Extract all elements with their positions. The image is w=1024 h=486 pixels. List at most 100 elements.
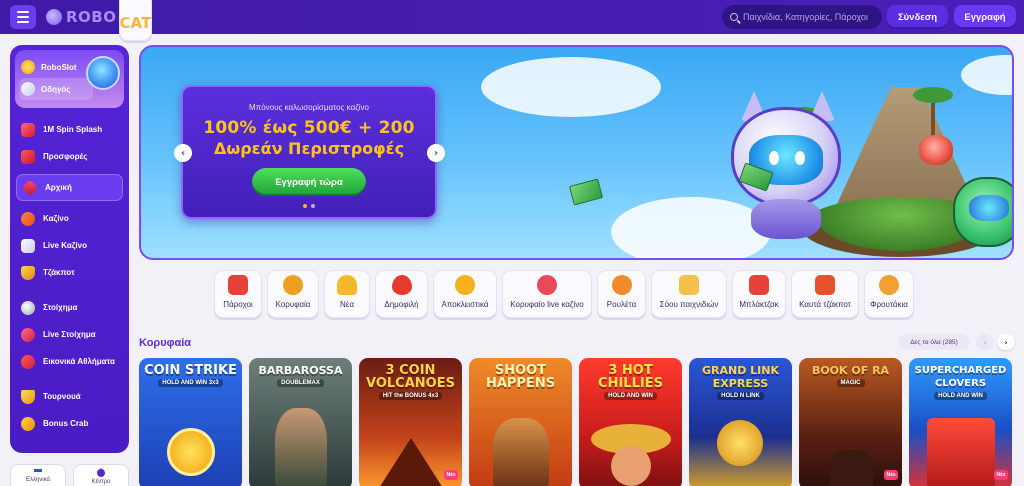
see-all-button[interactable]: Δες τα όλα (285) (898, 334, 970, 350)
sidebar-promo-box: RoboSlot Οδηγός (15, 50, 124, 108)
search-box[interactable] (722, 5, 882, 29)
game-tile-3-hot-chillies[interactable]: 3 HOT CHILLIES HOLD AND WIN (579, 358, 682, 486)
new-badge: Νέο (444, 470, 458, 480)
game-tile-barbarossa[interactable]: BARBAROSSA DOUBLEMAX (249, 358, 352, 486)
sidebar-item-spin-splash[interactable]: 1M Spin Splash (15, 116, 124, 143)
sidebar-item-tournaments[interactable]: Τουρνουά (15, 383, 124, 410)
fire-icon (391, 275, 412, 295)
gift-icon (21, 149, 35, 164)
coin-icon (21, 60, 35, 74)
seven-icon (815, 275, 835, 295)
offer-title: 100% έως 500€ + 200 (203, 118, 415, 138)
game-tile-supercharged-clovers[interactable]: SUPERCHARGED CLOVERS HOLD AND WIN Νέο (909, 358, 1012, 486)
hunter-character-art (493, 418, 549, 486)
category-roulette[interactable]: Ρουλέτα (597, 270, 646, 318)
slot-icon (21, 211, 35, 226)
sidebar-item-casino[interactable]: Καζίνο (15, 205, 124, 232)
live-bet-icon (21, 327, 35, 342)
money-icon (568, 178, 604, 206)
sidebar-item-bonus-crab[interactable]: Bonus Crab (15, 410, 124, 437)
top-icon (283, 275, 303, 295)
providers-icon (228, 275, 248, 295)
language-button[interactable]: Ελληνικά (10, 464, 66, 486)
top-header: ROBOCAT Σύνδεση Εγγραφή (0, 0, 1024, 41)
welcome-offer-card: Μπόνους καλωσορίσματος καζίνο 100% έως 5… (181, 85, 437, 219)
banner-next-arrow-icon[interactable]: › (427, 144, 445, 162)
register-now-button[interactable]: Εγγραφή τώρα (252, 168, 366, 196)
login-button[interactable]: Σύνδεση (887, 5, 948, 29)
offer-subtitle: Μπόνους καλωσορίσματος καζίνο (249, 103, 369, 112)
seven-symbol-icon (927, 418, 995, 486)
mexican-character-art (611, 446, 651, 486)
section-title: Κορυφαία (139, 337, 192, 349)
sidebar-item-virtual-sports[interactable]: Εικονικά Αθλήματα (15, 348, 124, 375)
exclusive-icon (455, 275, 475, 295)
lightning-coin-icon (167, 428, 215, 476)
virtual-sports-icon (21, 354, 35, 369)
sidebar-item-live-betting[interactable]: Live Στοίχημα (15, 321, 124, 348)
search-icon (730, 13, 738, 21)
hero-banner[interactable]: Μπόνους καλωσορίσματος καζίνο 100% έως 5… (139, 45, 1014, 260)
flag-icon (34, 469, 42, 475)
game-tile-coin-volcanoes[interactable]: 3 COIN VOLCANOES HIT the BONUS 4x3 Νέο (359, 358, 462, 486)
red-robot-mascot (919, 135, 953, 165)
cloud-shape (481, 57, 661, 117)
game-tile-book-of-ra-magic[interactable]: BOOK OF RA MAGIC Νέο (799, 358, 902, 486)
explorer-character-art (829, 450, 873, 486)
offer-title-line2: Δωρεάν Περιστροφές (213, 139, 405, 158)
sidebar-item-jackpot[interactable]: Τζάκποτ (15, 259, 124, 286)
category-exclusive[interactable]: Αποκλειστικά (433, 270, 497, 318)
cloud-shape (961, 55, 1012, 95)
blackjack-cards-icon (749, 275, 769, 295)
spin-icon (21, 122, 35, 137)
pirate-character-art (275, 408, 327, 486)
game-tile-grand-link-express[interactable]: GRAND LINK EXPRESS HOLD N LINK (689, 358, 792, 486)
category-top-live-casino[interactable]: Κορυφαίο live καζίνο (502, 270, 592, 318)
help-icon: ? (97, 469, 105, 477)
trophy-icon (21, 389, 35, 404)
robot-logo-icon (46, 9, 62, 25)
games-prev-arrow-icon[interactable]: ‹ (976, 334, 994, 350)
cat-robot-mascot (711, 91, 851, 239)
sidebar: RoboSlot Οδηγός 1M Spin Splash Προσφορές… (10, 45, 129, 453)
jackpot-icon (21, 265, 35, 280)
guide-icon (21, 82, 35, 96)
menu-button[interactable] (10, 5, 36, 29)
category-hot-jackpots[interactable]: Καυτά τζάκποτ (791, 270, 859, 318)
games-row: COIN STRIKE HOLD AND WIN 3x3 BARBAROSSA … (139, 358, 1012, 486)
sidebar-item-live-casino[interactable]: Live Καζίνο (15, 232, 124, 259)
live-casino-icon (537, 275, 557, 295)
category-game-shows[interactable]: Σόου παιχνιδιών (651, 270, 727, 318)
sidebar-item-offers[interactable]: Προσφορές (15, 143, 124, 170)
volcano-art (379, 438, 443, 486)
roulette-icon (611, 275, 632, 295)
category-top[interactable]: Κορυφαία (267, 270, 319, 318)
ball-icon (21, 300, 35, 315)
category-providers[interactable]: Πάροχοι (214, 270, 262, 318)
home-icon (21, 179, 39, 196)
sidebar-item-guide[interactable]: Οδηγός (19, 78, 93, 100)
fruit-icon (879, 275, 899, 295)
site-logo[interactable]: ROBO CAT (46, 0, 153, 41)
dollar-coin-icon (717, 420, 763, 466)
cards-icon (21, 238, 35, 253)
robot-mascot-icon (86, 56, 120, 90)
hamburger-icon (17, 11, 29, 13)
category-bar: Πάροχοι Κορυφαία Νέα Δημοφιλή Αποκλειστι… (214, 270, 914, 320)
sidebar-item-betting[interactable]: Στοίχημα (15, 294, 124, 321)
game-tile-shoot-happens[interactable]: SHOOT HAPPENS (469, 358, 572, 486)
category-slots[interactable]: Φρουτάκια (864, 270, 914, 318)
category-popular[interactable]: Δημοφιλή (375, 270, 428, 318)
banner-prev-arrow-icon[interactable]: ‹ (174, 144, 192, 162)
category-blackjack[interactable]: Μπλάκτζακ (732, 270, 786, 318)
category-new[interactable]: Νέα (324, 270, 370, 318)
sidebar-item-home[interactable]: Αρχική (16, 174, 123, 201)
help-center-button[interactable]: ? Κέντρο (73, 464, 129, 486)
game-show-icon (679, 275, 699, 295)
games-next-arrow-icon[interactable]: › (997, 334, 1015, 350)
register-button[interactable]: Εγγραφή (954, 5, 1016, 29)
carousel-dots[interactable] (183, 204, 435, 208)
search-input[interactable] (743, 12, 873, 22)
game-tile-coin-strike[interactable]: COIN STRIKE HOLD AND WIN 3x3 (139, 358, 242, 486)
bonus-crab-icon (21, 416, 35, 431)
